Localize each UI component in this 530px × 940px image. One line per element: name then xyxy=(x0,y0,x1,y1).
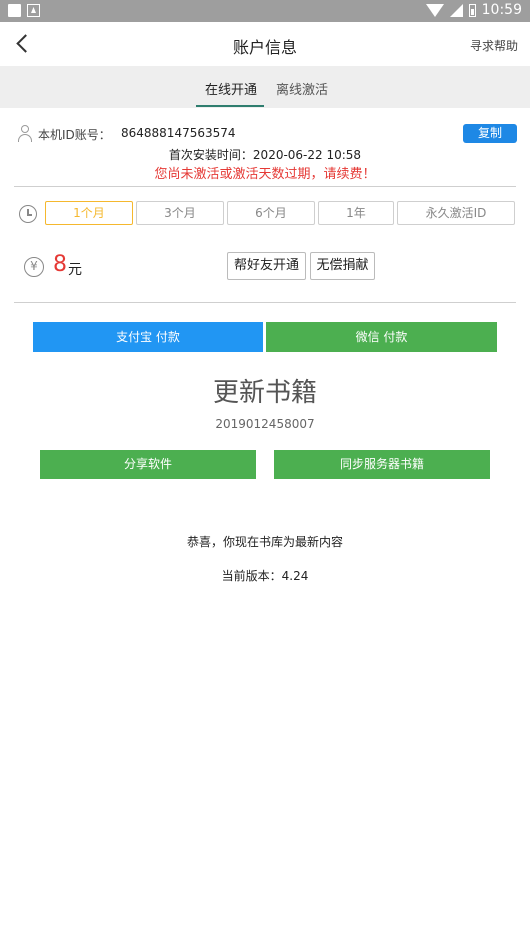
clock-icon xyxy=(19,205,37,223)
wifi-icon xyxy=(425,3,444,17)
tab-online-activation[interactable]: 在线开通 xyxy=(205,79,257,98)
divider xyxy=(14,302,516,303)
account-id-value: 864888147563574 xyxy=(121,126,236,140)
status-right-icons: 10:59 xyxy=(425,2,522,18)
yen-icon: ¥ xyxy=(24,257,44,277)
update-id: 2019012458007 xyxy=(215,417,315,431)
wechat-pay-button[interactable]: 微信 付款 xyxy=(266,322,497,352)
signal-icon xyxy=(449,3,463,17)
current-version: 当前版本：4.24 xyxy=(221,569,309,583)
copy-button[interactable]: 复制 xyxy=(463,124,517,143)
plan-lifetime[interactable]: 永久激活ID xyxy=(397,201,515,225)
square-icon xyxy=(8,4,21,17)
expired-notice: 您尚未激活或激活天数过期，请续费！ xyxy=(154,167,376,182)
update-books-title[interactable]: 更新书籍 xyxy=(0,372,530,409)
page-title: 账户信息 xyxy=(232,38,297,57)
account-row: 本机ID账号： 864888147563574 复制 xyxy=(16,124,517,144)
divider xyxy=(14,186,516,187)
status-bar: 10:59 xyxy=(0,0,530,22)
plan-1-month[interactable]: 1个月 xyxy=(45,201,133,225)
up-to-date-message: 恭喜，你现在书库为最新内容 xyxy=(186,535,343,549)
help-link[interactable]: 寻求帮助 xyxy=(470,37,518,54)
app-header: 账户信息 寻求帮助 xyxy=(0,22,530,66)
status-left-icons xyxy=(8,4,40,17)
help-friend-button[interactable]: 帮好友开通 xyxy=(227,252,306,280)
price-value: 8 xyxy=(53,252,67,277)
account-id-label: 本机ID账号： xyxy=(38,128,111,142)
plan-3-months[interactable]: 3个月 xyxy=(136,201,224,225)
tab-bar: 在线开通 离线激活 xyxy=(0,66,530,108)
plan-6-months[interactable]: 6个月 xyxy=(227,201,315,225)
donate-button[interactable]: 无偿捐献 xyxy=(310,252,375,280)
alipay-button[interactable]: 支付宝 付款 xyxy=(33,322,263,352)
active-tab-indicator xyxy=(196,105,264,107)
notification-icon xyxy=(27,4,40,17)
user-icon xyxy=(16,124,34,142)
sync-server-books-button[interactable]: 同步服务器书籍 xyxy=(274,450,490,479)
plan-1-year[interactable]: 1年 xyxy=(318,201,394,225)
install-time: 首次安装时间：2020-06-22 10:58 xyxy=(168,148,362,162)
tab-offline-activation[interactable]: 离线激活 xyxy=(276,79,328,98)
share-software-button[interactable]: 分享软件 xyxy=(40,450,256,479)
battery-icon xyxy=(468,3,476,17)
status-time: 10:59 xyxy=(481,2,522,18)
price-unit: 元 xyxy=(68,262,82,278)
